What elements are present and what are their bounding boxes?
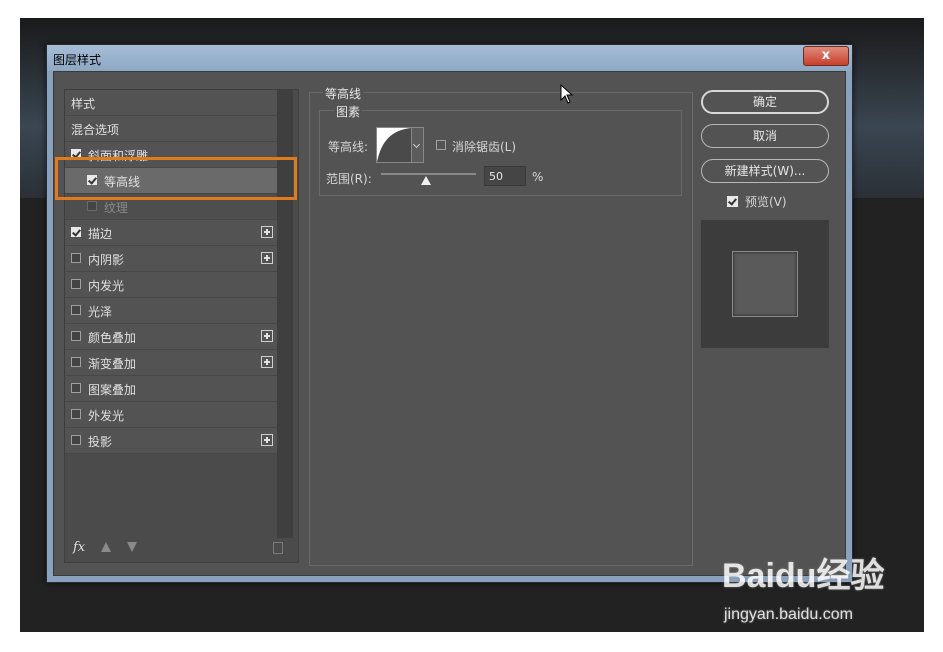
move-down-icon[interactable] [127,542,137,552]
style-list-item[interactable]: 样式 [65,90,277,116]
style-label: 投影 [88,435,113,449]
mouse-cursor-icon [560,84,574,104]
antialias-checkbox[interactable] [436,140,446,150]
style-checkbox[interactable] [71,279,81,289]
range-slider-handle[interactable] [421,176,431,185]
contour-curve-icon [377,128,411,162]
style-list-item[interactable]: 内阴影 [65,246,277,272]
style-list-item[interactable]: 投影 [65,428,277,454]
baidu-logo: Baidu经验 [722,557,885,595]
style-list-item[interactable]: 混合选项 [65,116,277,142]
ok-button[interactable]: 确定 [701,90,829,114]
fx-button[interactable]: fx [73,540,85,555]
antialias-label: 消除锯齿(L) [452,140,517,154]
style-label: 图案叠加 [88,383,137,397]
close-icon: x [821,48,831,63]
style-list-item[interactable]: 图案叠加 [65,376,277,402]
trash-icon[interactable] [273,542,283,554]
style-label: 样式 [71,97,96,111]
preview-thumbnail [701,220,829,348]
style-label: 内阴影 [88,253,125,267]
add-effect-icon[interactable] [261,252,273,264]
range-label: 范围(R): [326,172,372,186]
style-label: 外发光 [88,409,125,423]
layer-style-dialog: 图层样式 x 样式 混合选项 斜面和浮雕 等高线 纹理 描边 内阴影 内发光 光泽 颜色叠加 渐变叠… [46,44,853,583]
baidu-url: jingyan.baidu.com [724,606,853,623]
dialog-title: 图层样式 [53,53,102,67]
style-label: 渐变叠加 [88,357,137,371]
style-label: 内发光 [88,279,125,293]
style-label: 描边 [88,227,113,241]
style-checkbox[interactable] [87,201,97,211]
style-list-item[interactable]: 内发光 [65,272,277,298]
title-bar: 图层样式 x [47,45,852,71]
style-list-item[interactable]: 渐变叠加 [65,350,277,376]
range-input[interactable]: 50 [484,166,526,186]
dialog-body: 样式 混合选项 斜面和浮雕 等高线 纹理 描边 内阴影 内发光 光泽 颜色叠加 渐变叠加 图案叠加 外发… [53,71,846,576]
orange-highlight-box [55,157,297,200]
range-slider-track[interactable] [381,173,476,175]
range-unit: % [532,170,544,184]
style-checkbox[interactable] [71,409,81,419]
elements-group-title: 图素 [334,103,363,120]
style-list-item[interactable]: 描边 [65,220,277,246]
contour-group-title: 等高线 [323,85,364,102]
preview-checkbox[interactable] [727,196,738,207]
style-label: 纹理 [104,201,129,215]
style-list-item[interactable]: 光泽 [65,298,277,324]
add-effect-icon[interactable] [261,330,273,342]
style-checkbox[interactable] [71,435,81,445]
style-checkbox[interactable] [71,357,81,367]
style-label: 颜色叠加 [88,331,137,345]
style-checkbox[interactable] [71,383,81,393]
contour-curve-picker[interactable] [376,127,412,163]
style-list-item[interactable]: 外发光 [65,402,277,428]
style-checkbox[interactable] [71,331,81,341]
baidu-watermark: Baidu经验 jingyan.baidu.com [722,548,922,638]
style-checkbox[interactable] [71,305,81,315]
close-button[interactable]: x [803,46,849,66]
contour-dropdown-button[interactable] [412,127,424,163]
add-effect-icon[interactable] [261,356,273,368]
contour-label: 等高线: [328,140,369,154]
cancel-button[interactable]: 取消 [701,124,829,148]
style-checkbox[interactable] [71,253,81,263]
style-checkbox[interactable] [71,227,81,237]
move-up-icon[interactable] [101,542,111,552]
style-list-footer: fx [65,536,293,562]
style-label: 光泽 [88,305,113,319]
new-style-button[interactable]: 新建样式(W)... [701,159,829,183]
preview-swatch [732,251,798,317]
add-effect-icon[interactable] [261,226,273,238]
preview-label: 预览(V) [745,195,787,209]
style-list-item[interactable]: 颜色叠加 [65,324,277,350]
add-effect-icon[interactable] [261,434,273,446]
style-label: 混合选项 [71,123,120,137]
